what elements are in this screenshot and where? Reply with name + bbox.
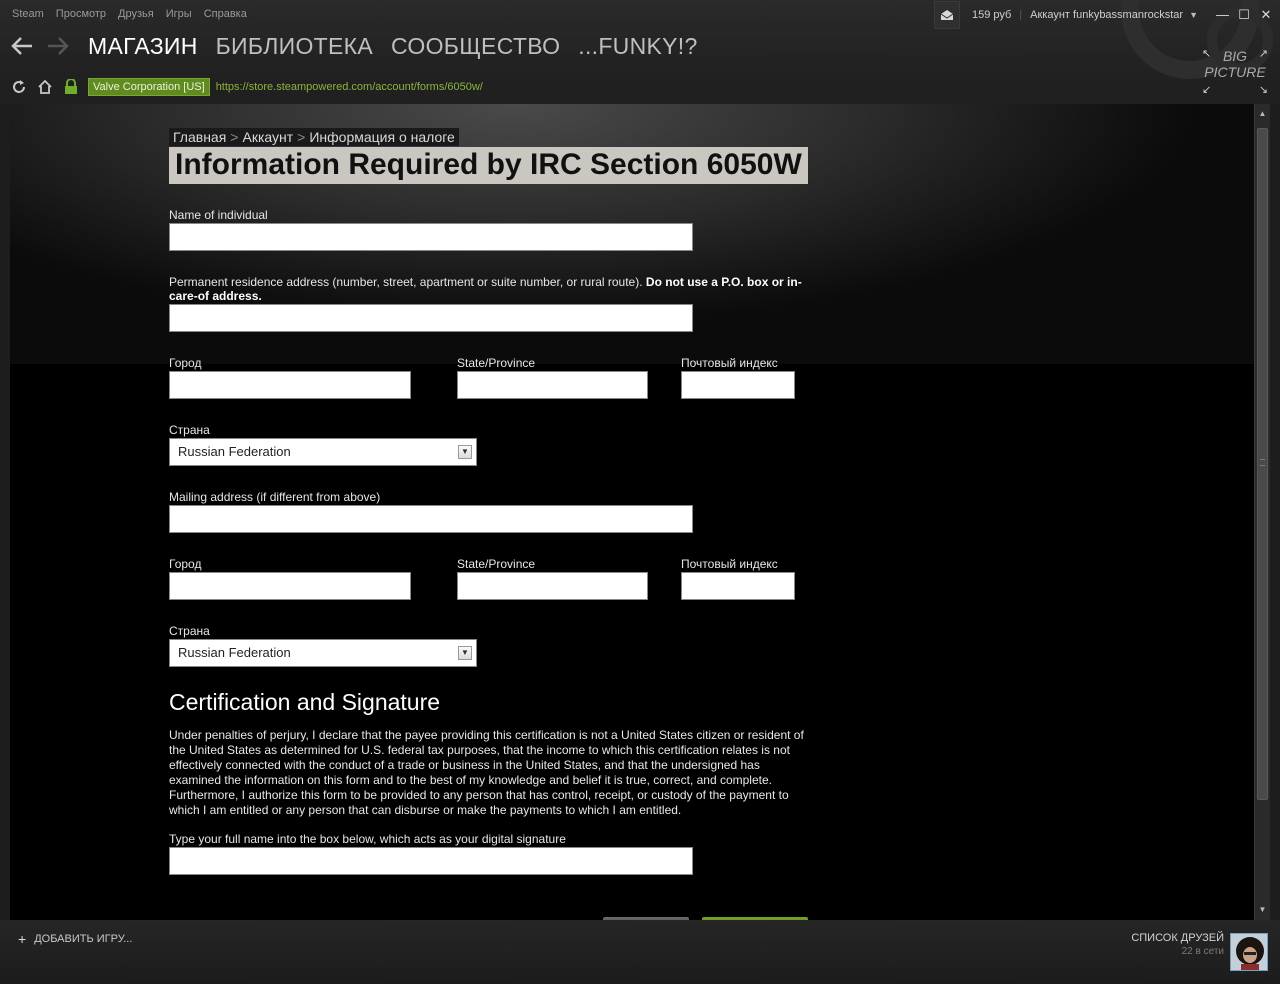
certification-heading: Certification and Signature — [169, 689, 441, 715]
vertical-scrollbar[interactable]: ▲ ▼ — [1254, 104, 1270, 920]
big-picture-button[interactable]: ↖ ↗ BIG PICTURE ↙ ↘ — [1202, 48, 1268, 96]
mailing-state-label: State/Province — [457, 557, 536, 571]
lock-icon — [62, 78, 80, 96]
breadcrumb: Главная > Аккаунт > Информация о налоге — [169, 128, 459, 146]
scrollbar-thumb[interactable] — [1257, 128, 1268, 800]
page-title: Information Required by IRC Section 6050… — [169, 147, 808, 184]
url-text[interactable]: https://store.steampowered.com/account/f… — [216, 81, 483, 93]
bottom-bar: + ДОБАВИТЬ ИГРУ... СПИСОК ДРУЗЕЙ 22 в се… — [0, 920, 1280, 984]
expand-arrow-icon: ↘ — [1258, 84, 1268, 96]
breadcrumb-separator: > — [297, 129, 306, 145]
expand-arrow-icon: ↗ — [1258, 48, 1268, 60]
mailing-address-input[interactable] — [169, 505, 693, 533]
add-game-button[interactable]: + ДОБАВИТЬ ИГРУ... — [18, 931, 132, 947]
menu-item-view[interactable]: Просмотр — [56, 8, 106, 20]
breadcrumb-account[interactable]: Аккаунт — [242, 129, 293, 145]
expand-arrow-icon: ↖ — [1202, 48, 1212, 60]
notifications-button[interactable] — [933, 1, 960, 29]
avatar[interactable] — [1230, 933, 1268, 971]
window-controls: — ☐ ✕ — [1216, 7, 1272, 23]
mailing-zip-label: Почтовый индекс — [681, 557, 778, 571]
reload-icon[interactable] — [10, 78, 28, 96]
city-state-zip-row: Город State/Province Почтовый индекс — [169, 356, 809, 406]
address-label: Permanent residence address (number, str… — [169, 275, 809, 303]
big-picture-line2: PICTURE — [1204, 64, 1266, 80]
back-arrow-icon[interactable] — [10, 36, 34, 56]
cancel-button[interactable] — [603, 917, 689, 920]
scroll-down-icon[interactable]: ▼ — [1255, 902, 1270, 918]
menu-item-help[interactable]: Справка — [204, 8, 247, 20]
friends-online-count: 22 в сети — [1181, 946, 1224, 957]
main-navigation: МАГАЗИН БИБЛИОТЕКА СООБЩЕСТВО ...FUNKY!? — [88, 33, 698, 60]
mailing-country-selected-value: Russian Federation — [178, 645, 291, 660]
state-input[interactable] — [457, 371, 648, 399]
mailing-country-label: Страна — [169, 624, 210, 638]
account-menu[interactable]: Аккаунт funkybassmanrockstar — [1030, 9, 1183, 21]
forward-arrow-icon[interactable] — [46, 36, 70, 56]
mailing-zip-input[interactable] — [681, 572, 795, 600]
grip-icon — [1260, 459, 1265, 466]
plus-icon: + — [18, 931, 27, 947]
country-select[interactable]: Russian Federation ▼ — [169, 438, 477, 466]
maximize-icon[interactable]: ☐ — [1238, 7, 1250, 23]
add-game-label: ДОБАВИТЬ ИГРУ... — [34, 933, 133, 945]
chevron-down-icon[interactable]: ▼ — [458, 445, 472, 459]
nav-store[interactable]: МАГАЗИН — [88, 33, 198, 60]
mailing-state-input[interactable] — [457, 572, 648, 600]
chevron-down-icon[interactable]: ▼ — [458, 646, 472, 660]
home-icon[interactable] — [36, 78, 54, 96]
window-top-right: 159 руб | Аккаунт funkybassmanrockstar ▼… — [933, 0, 1272, 30]
country-label: Страна — [169, 423, 210, 437]
signature-label: Type your full name into the box below, … — [169, 832, 566, 846]
tax-form-page: Главная > Аккаунт > Информация о налоге Info… — [169, 128, 809, 920]
mailing-city-state-zip-row: Город State/Province Почтовый индекс — [169, 557, 809, 607]
country-selected-value: Russian Federation — [178, 444, 291, 459]
menu-bar: Steam Просмотр Друзья Игры Справка — [12, 8, 247, 20]
signature-input[interactable] — [169, 847, 693, 875]
name-label: Name of individual — [169, 208, 268, 222]
certification-text: Under penalties of perjury, I declare th… — [169, 728, 804, 817]
menu-item-steam[interactable]: Steam — [12, 8, 44, 20]
envelope-icon — [940, 10, 954, 20]
breadcrumb-current: Информация о налоге — [309, 129, 455, 145]
web-view: Главная > Аккаунт > Информация о налоге Info… — [10, 104, 1270, 920]
menu-item-friends[interactable]: Друзья — [118, 8, 154, 20]
separator: | — [1019, 9, 1023, 21]
friends-list-button[interactable]: СПИСОК ДРУЗЕЙ 22 в сети — [1131, 932, 1224, 957]
city-input[interactable] — [169, 371, 411, 399]
name-input[interactable] — [169, 223, 693, 251]
friends-list-title: СПИСОК ДРУЗЕЙ — [1131, 932, 1224, 944]
mailing-address-label: Mailing address (if different from above… — [169, 490, 381, 504]
mailing-city-input[interactable] — [169, 572, 411, 600]
wallet-balance[interactable]: 159 руб — [972, 9, 1011, 21]
state-label: State/Province — [457, 356, 536, 370]
nav-profile[interactable]: ...FUNKY!? — [578, 33, 697, 60]
expand-arrow-icon: ↙ — [1202, 84, 1212, 96]
steam-title-bar: Steam Просмотр Друзья Игры Справка 159 р… — [0, 0, 1280, 104]
mailing-city-label: Город — [169, 557, 202, 571]
address-input[interactable] — [169, 304, 693, 332]
ev-certificate-badge[interactable]: Valve Corporation [US] — [88, 78, 210, 96]
zip-input[interactable] — [681, 371, 795, 399]
nav-library[interactable]: БИБЛИОТЕКА — [216, 33, 373, 60]
history-nav — [10, 36, 70, 56]
menu-item-games[interactable]: Игры — [166, 8, 192, 20]
submit-button[interactable] — [702, 917, 808, 920]
address-label-text: Permanent residence address (number, str… — [169, 275, 643, 289]
url-bar: Valve Corporation [US] https://store.ste… — [10, 77, 483, 97]
breadcrumb-separator: > — [230, 129, 239, 145]
chevron-down-icon[interactable]: ▼ — [1189, 10, 1198, 20]
zip-label: Почтовый индекс — [681, 356, 778, 370]
city-label: Город — [169, 356, 202, 370]
mailing-country-select[interactable]: Russian Federation ▼ — [169, 639, 477, 667]
minimize-icon[interactable]: — — [1216, 7, 1229, 23]
scroll-up-icon[interactable]: ▲ — [1255, 106, 1270, 122]
avatar-image — [1231, 934, 1267, 970]
close-icon[interactable]: ✕ — [1260, 7, 1272, 23]
nav-community[interactable]: СООБЩЕСТВО — [391, 33, 560, 60]
breadcrumb-home[interactable]: Главная — [173, 129, 226, 145]
